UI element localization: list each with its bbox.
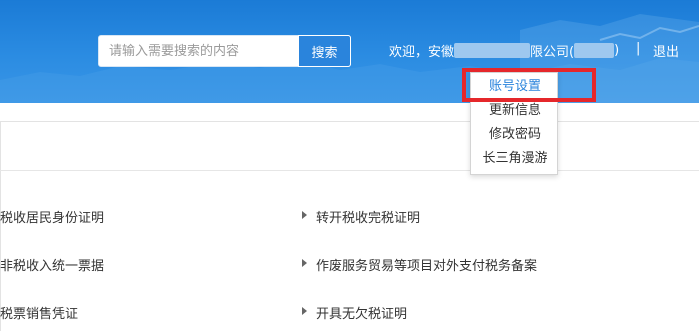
account-dropdown-menu: 账号设置 更新信息 修改密码 长三角漫游 (470, 72, 558, 175)
welcome-text: 欢迎，安徽 限公司( ) (389, 41, 620, 60)
header-separator: | (636, 41, 641, 56)
redacted-company-name (454, 42, 531, 58)
menu-item-account-settings[interactable]: 账号设置 (471, 76, 559, 98)
menu-item-update-info[interactable]: 更新信息 (471, 100, 559, 122)
service-link[interactable]: 开具无欠税证明 (316, 303, 407, 322)
menu-item-change-password[interactable]: 修改密码 (471, 124, 559, 146)
search-button[interactable]: 搜索 (298, 35, 351, 67)
triangle-bullet-icon (302, 211, 307, 219)
search-box: 搜索 (98, 35, 351, 67)
welcome-prefix: 欢迎，安徽 (389, 44, 455, 60)
welcome-company-suffix: 限公司( (530, 44, 575, 60)
panel-top-border (0, 121, 699, 122)
panel-divider (0, 170, 699, 171)
service-link[interactable]: 作废服务贸易等项目对外支付税务备案 (316, 255, 537, 274)
top-header: 搜索 欢迎，安徽 限公司( ) | 退出 (0, 0, 699, 103)
panel-left-border (0, 121, 1, 331)
triangle-bullet-icon (302, 259, 307, 267)
service-link[interactable]: 税票销售凭证 (0, 303, 78, 322)
welcome-close-paren: ) (614, 42, 620, 58)
search-input[interactable] (99, 36, 298, 66)
service-link[interactable]: 转开税收完税证明 (316, 207, 420, 226)
menu-item-yangtze-delta-roaming[interactable]: 长三角漫游 (471, 148, 559, 170)
redacted-taxpayer-id (574, 42, 615, 58)
service-link[interactable]: 税收居民身份证明 (0, 207, 104, 226)
service-link[interactable]: 非税收入统一票据 (0, 255, 104, 274)
logout-link[interactable]: 退出 (653, 41, 679, 60)
triangle-bullet-icon (302, 307, 307, 315)
